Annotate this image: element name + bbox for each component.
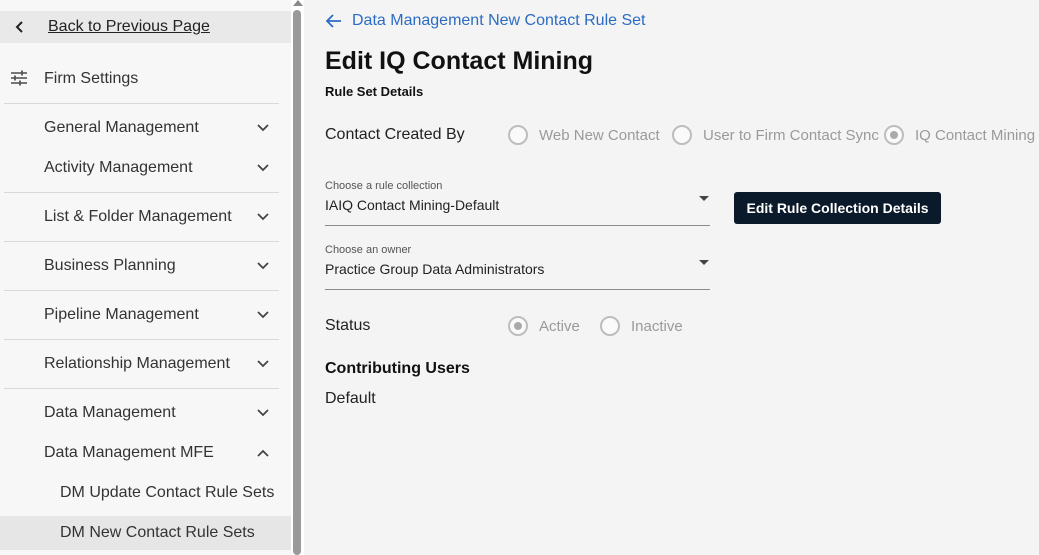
radio-label: Web New Contact [539, 126, 660, 144]
back-to-previous-page-link[interactable]: Back to Previous Page [0, 11, 291, 43]
contributing-users-value: Default [325, 390, 376, 407]
sidebar-item-list-folder-management[interactable]: List & Folder Management [0, 199, 291, 235]
radio-web-new-contact[interactable]: Web New Contact [508, 125, 660, 145]
radio-user-to-firm-contact-sync[interactable]: User to Firm Contact Sync [672, 125, 879, 145]
sidebar-item-data-management-mfe[interactable]: Data Management MFE [0, 435, 291, 471]
section-label: Rule Set Details [325, 84, 424, 99]
divider [4, 103, 279, 104]
sidebar-scrollbar[interactable] [291, 0, 304, 555]
owner-value: Practice Group Data Administrators [325, 261, 545, 277]
dropdown-arrow-icon[interactable] [699, 196, 709, 201]
rule-collection-select[interactable]: Choose a rule collection IAIQ Contact Mi… [325, 180, 710, 226]
contributing-users-title: Contributing Users [325, 360, 470, 377]
chevron-down-icon [257, 124, 269, 132]
radio-label: Inactive [631, 317, 683, 335]
chevron-up-icon [257, 449, 269, 457]
scrollbar-thumb[interactable] [293, 10, 301, 555]
radio-circle-selected[interactable] [884, 125, 904, 145]
firm-settings-label: Firm Settings [44, 70, 139, 87]
divider [4, 241, 279, 242]
radio-circle[interactable] [600, 316, 620, 336]
divider [4, 388, 279, 389]
chevron-down-icon [257, 213, 269, 221]
arrow-left-icon [326, 14, 341, 28]
main-content: Data Management New Contact Rule Set Edi… [304, 0, 1039, 555]
divider [4, 192, 279, 193]
owner-label: Choose an owner [325, 244, 412, 256]
sidebar-item-label: Data Management MFE [44, 444, 214, 461]
radio-status-active[interactable]: Active [508, 316, 580, 336]
radio-label: IQ Contact Mining [915, 126, 1036, 144]
contact-created-by-label: Contact Created By [325, 126, 465, 143]
back-label[interactable]: Back to Previous Page [48, 18, 210, 36]
sidebar-item-label: Activity Management [44, 159, 193, 176]
chevron-left-icon [15, 21, 23, 33]
breadcrumb-label[interactable]: Data Management New Contact Rule Set [352, 12, 645, 30]
sidebar-item-label: Relationship Management [44, 355, 230, 372]
edit-rule-collection-details-button[interactable]: Edit Rule Collection Details [734, 192, 941, 224]
divider [4, 339, 279, 340]
rule-collection-value: IAIQ Contact Mining-Default [325, 197, 500, 213]
sidebar-subitem-label: DM Update Contact Rule Sets [60, 484, 275, 501]
sidebar-subitem-dm-update-contact-rule-sets[interactable]: DM Update Contact Rule Sets [0, 475, 291, 511]
chevron-down-icon [257, 360, 269, 368]
sidebar-item-label: Business Planning [44, 257, 176, 274]
sidebar-subitem-dm-new-contact-rule-sets[interactable]: DM New Contact Rule Sets [0, 516, 291, 550]
firm-settings-header: Firm Settings [0, 58, 291, 102]
sidebar-item-activity-management[interactable]: Activity Management [0, 150, 291, 186]
breadcrumb-link[interactable]: Data Management New Contact Rule Set [326, 12, 645, 30]
sidebar: Back to Previous Page Firm Settings Gene… [0, 0, 291, 555]
page-title: Edit IQ Contact Mining [325, 47, 594, 75]
radio-iq-contact-mining[interactable]: IQ Contact Mining [884, 125, 1035, 145]
sidebar-item-label: General Management [44, 119, 199, 136]
rule-collection-label: Choose a rule collection [325, 180, 443, 192]
status-label: Status [325, 317, 371, 334]
scroll-up-arrow-icon[interactable] [293, 0, 303, 6]
sidebar-subitem-label: DM New Contact Rule Sets [60, 524, 255, 541]
chevron-down-icon [257, 262, 269, 270]
radio-label: User to Firm Contact Sync [703, 126, 879, 144]
radio-status-inactive[interactable]: Inactive [600, 316, 683, 336]
sidebar-item-label: Data Management [44, 404, 176, 421]
sidebar-item-pipeline-management[interactable]: Pipeline Management [0, 297, 291, 333]
radio-circle[interactable] [672, 125, 692, 145]
sidebar-item-label: List & Folder Management [44, 208, 232, 225]
sidebar-item-relationship-management[interactable]: Relationship Management [0, 346, 291, 382]
settings-sliders-icon [11, 70, 27, 86]
owner-select[interactable]: Choose an owner Practice Group Data Admi… [325, 244, 710, 290]
chevron-down-icon [257, 164, 269, 172]
chevron-down-icon [257, 409, 269, 417]
sidebar-item-data-management[interactable]: Data Management [0, 395, 291, 431]
radio-circle-selected[interactable] [508, 316, 528, 336]
radio-circle[interactable] [508, 125, 528, 145]
chevron-down-icon [257, 311, 269, 319]
sidebar-item-business-planning[interactable]: Business Planning [0, 248, 291, 284]
dropdown-arrow-icon[interactable] [699, 260, 709, 265]
radio-label: Active [539, 317, 580, 335]
sidebar-item-general-management[interactable]: General Management [0, 110, 291, 146]
sidebar-item-label: Pipeline Management [44, 306, 199, 323]
divider [4, 290, 279, 291]
